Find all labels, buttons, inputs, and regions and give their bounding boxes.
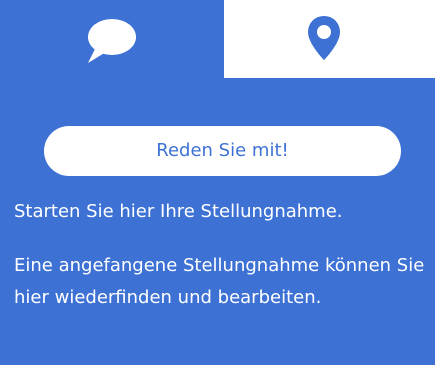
statement-panel: Reden Sie mit! Starten Sie hier Ihre Ste… <box>0 0 435 365</box>
start-statement-text: Starten Sie hier Ihre Stellungnahme. <box>14 201 343 222</box>
tab-bar <box>0 0 435 78</box>
tab-location[interactable] <box>224 0 435 78</box>
map-pin-icon <box>308 16 340 60</box>
tab-discussion[interactable] <box>0 0 224 78</box>
statement-content: Reden Sie mit! Starten Sie hier Ihre Ste… <box>0 78 435 365</box>
speech-bubble-icon <box>88 19 136 63</box>
join-discussion-button[interactable]: Reden Sie mit! <box>44 126 401 176</box>
resume-statement-text: Eine angefangene Stellungnahme können Si… <box>14 255 425 308</box>
